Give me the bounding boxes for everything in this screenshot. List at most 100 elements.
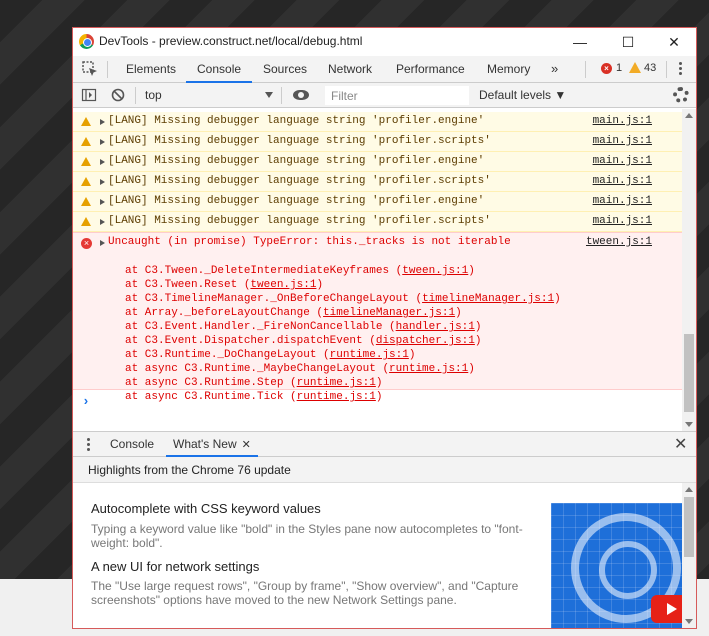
tab-sources[interactable]: Sources (263, 56, 307, 83)
drawer-menu-icon[interactable] (87, 438, 91, 452)
console-warning-row[interactable]: [LANG] Missing debugger language string … (73, 172, 682, 192)
console-toolbar: top Default levels ▼ (73, 83, 696, 108)
tab-separator (107, 61, 108, 78)
scroll-up-icon[interactable] (685, 487, 693, 492)
drawer-tab-label: What's New (173, 437, 237, 451)
warning-count-icon[interactable] (629, 62, 641, 73)
stack-frame: at Array._beforeLayoutChange (timelineMa… (125, 307, 462, 319)
eye-icon[interactable] (293, 90, 309, 100)
stack-frame: at C3.Runtime._DoChangeLayout (runtime.j… (125, 349, 416, 361)
minimize-button[interactable]: — (565, 31, 595, 53)
chrome-76-video-thumbnail[interactable] (551, 503, 682, 628)
error-icon: × (81, 238, 92, 249)
whats-new-scrollbar[interactable] (682, 483, 696, 628)
customize-menu-icon[interactable] (674, 61, 686, 77)
stack-source-link[interactable]: runtime.js:1 (297, 377, 376, 389)
scroll-down-icon[interactable] (685, 422, 693, 427)
drawer-tab-bar: Console What's New ✕ ✕ (73, 431, 696, 457)
error-text: Uncaught (in promise) TypeError: this._t… (108, 236, 511, 248)
error-count[interactable]: 1 (616, 62, 622, 74)
scrollbar-thumb[interactable] (684, 497, 694, 557)
stack-frame: at async C3.Runtime.Tick (runtime.js:1) (125, 391, 383, 403)
close-window-button[interactable]: ✕ (659, 31, 689, 53)
scroll-down-icon[interactable] (685, 619, 693, 624)
stack-source-link[interactable]: runtime.js:1 (330, 349, 409, 361)
console-warning-row[interactable]: [LANG] Missing debugger language string … (73, 212, 682, 232)
warning-icon (81, 217, 91, 226)
console-warning-row[interactable]: [LANG] Missing debugger language string … (73, 112, 682, 132)
close-tab-icon[interactable]: ✕ (242, 439, 251, 451)
console-error-row[interactable]: × Uncaught (in promise) TypeError: this.… (73, 232, 682, 403)
stack-source-link[interactable]: runtime.js:1 (389, 363, 468, 375)
expand-triangle-icon[interactable] (100, 179, 105, 185)
clear-console-icon[interactable] (110, 87, 126, 103)
highlights-header: Highlights from the Chrome 76 update (73, 457, 696, 483)
expand-triangle-icon[interactable] (100, 219, 105, 225)
console-prompt[interactable]: › (82, 394, 90, 409)
stack-source-link[interactable]: tween.js:1 (250, 279, 316, 291)
feature-title[interactable]: Autocomplete with CSS keyword values (91, 501, 321, 516)
warning-text: [LANG] Missing debugger language string … (108, 195, 485, 207)
source-link[interactable]: main.js:1 (593, 135, 652, 147)
warning-icon (81, 197, 91, 206)
warning-text: [LANG] Missing debugger language string … (108, 135, 491, 147)
console-warning-row[interactable]: [LANG] Missing debugger language string … (73, 152, 682, 172)
log-levels-dropdown[interactable]: Default levels ▼ (479, 88, 566, 102)
error-count-icon[interactable]: × (601, 63, 612, 74)
warning-text: [LANG] Missing debugger language string … (108, 115, 485, 127)
warning-icon (81, 137, 91, 146)
chrome-icon (79, 34, 94, 49)
more-tabs-button[interactable]: » (551, 56, 558, 82)
tab-elements[interactable]: Elements (126, 56, 176, 83)
chevron-down-icon[interactable] (265, 92, 273, 98)
stack-frame: at C3.TimelineManager._OnBeforeChangeLay… (125, 293, 561, 305)
feature-title[interactable]: A new UI for network settings (91, 559, 259, 574)
feature-description: The "Use large request rows", "Group by … (91, 579, 519, 607)
stack-source-link[interactable]: runtime.js:1 (297, 391, 376, 403)
expand-triangle-icon[interactable] (100, 240, 105, 246)
console-scrollbar[interactable] (682, 109, 696, 431)
tab-separator (666, 61, 667, 78)
source-link[interactable]: main.js:1 (593, 155, 652, 167)
source-link[interactable]: main.js:1 (593, 215, 652, 227)
expand-triangle-icon[interactable] (100, 159, 105, 165)
show-sidebar-icon[interactable] (81, 87, 97, 103)
maximize-button[interactable]: ☐ (613, 31, 643, 53)
feature-description: Typing a keyword value like "bold" in th… (91, 522, 523, 550)
stack-source-link[interactable]: timelineManager.js:1 (422, 293, 554, 305)
drawer-tab-whats-new[interactable]: What's New ✕ (166, 432, 258, 457)
stack-frame: at C3.Event.Handler._FireNonCancellable … (125, 321, 482, 333)
source-link[interactable]: main.js:1 (593, 195, 652, 207)
source-link[interactable]: main.js:1 (593, 175, 652, 187)
tab-network[interactable]: Network (328, 56, 372, 83)
whats-new-panel: Autocomplete with CSS keyword values Typ… (73, 483, 682, 628)
stack-frame: at async C3.Runtime._MaybeChangeLayout (… (125, 363, 475, 375)
tab-performance[interactable]: Performance (396, 56, 465, 83)
source-link[interactable]: tween.js:1 (586, 236, 652, 248)
stack-source-link[interactable]: tween.js:1 (402, 265, 468, 277)
tab-memory[interactable]: Memory (487, 56, 530, 83)
tab-console[interactable]: Console (186, 56, 253, 83)
context-selector[interactable]: top (145, 88, 162, 102)
expand-triangle-icon[interactable] (100, 119, 105, 125)
inspect-element-icon[interactable] (82, 61, 98, 77)
stack-source-link[interactable]: dispatcher.js:1 (376, 335, 475, 347)
warning-count[interactable]: 43 (644, 62, 656, 74)
toolbar-separator (281, 87, 282, 104)
expand-triangle-icon[interactable] (100, 139, 105, 145)
youtube-play-icon[interactable] (651, 595, 682, 623)
stack-source-link[interactable]: timelineManager.js:1 (323, 307, 455, 319)
scroll-up-icon[interactable] (685, 113, 693, 118)
drawer-tab-console[interactable]: Console (110, 432, 154, 457)
console-warning-row[interactable]: [LANG] Missing debugger language string … (73, 192, 682, 212)
gear-icon[interactable] (673, 87, 689, 103)
console-warning-row[interactable]: [LANG] Missing debugger language string … (73, 132, 682, 152)
close-drawer-button[interactable]: ✕ (674, 434, 687, 454)
source-link[interactable]: main.js:1 (593, 115, 652, 127)
expand-triangle-icon[interactable] (100, 199, 105, 205)
scrollbar-thumb[interactable] (684, 334, 694, 412)
stack-source-link[interactable]: handler.js:1 (396, 321, 475, 333)
filter-input[interactable] (325, 86, 469, 105)
warning-icon (81, 177, 91, 186)
decorative-ring (599, 541, 657, 599)
